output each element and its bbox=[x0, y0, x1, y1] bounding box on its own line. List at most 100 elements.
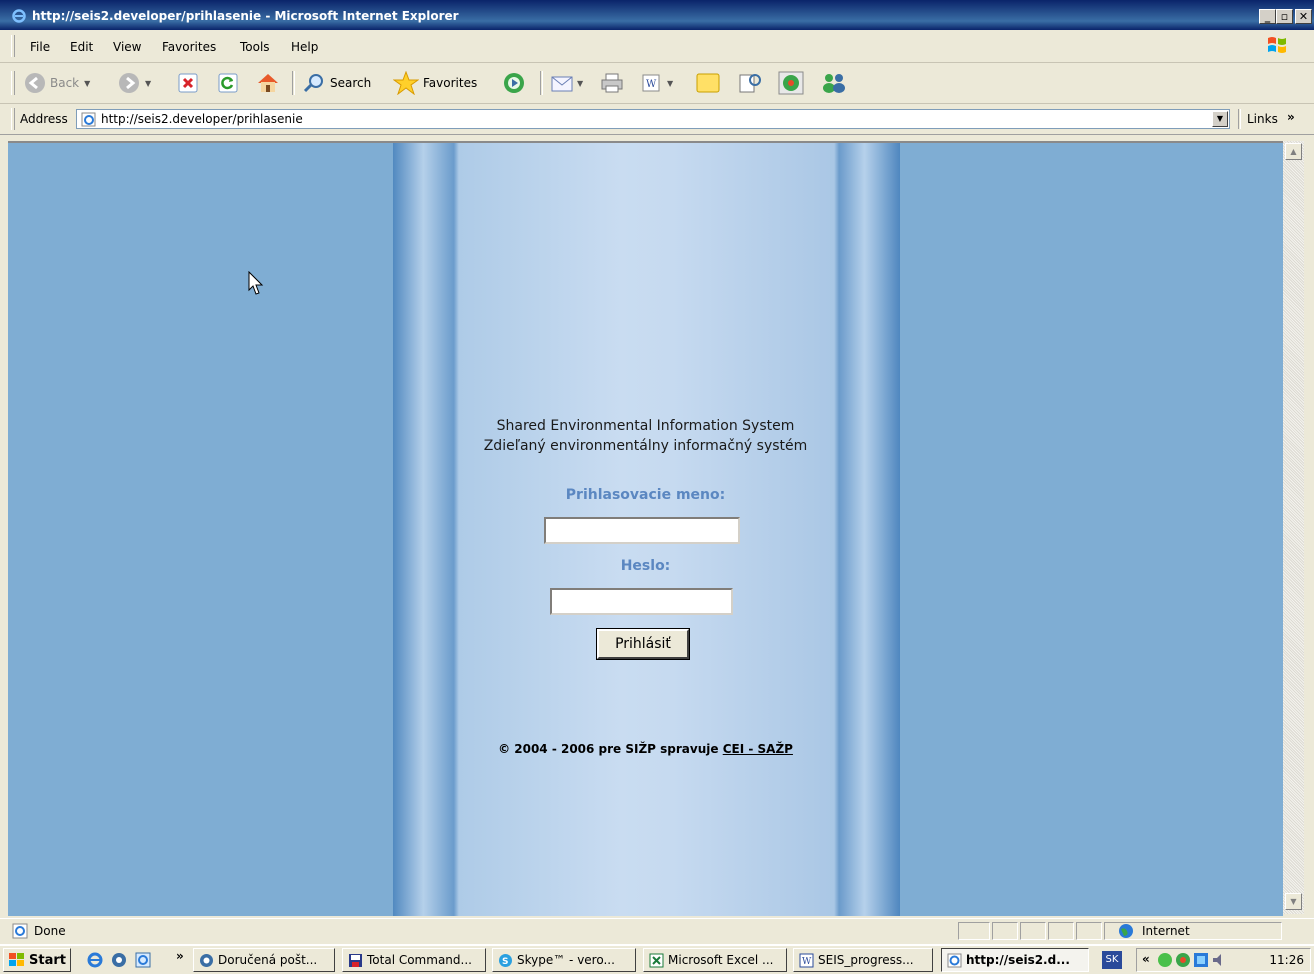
home-button[interactable] bbox=[256, 71, 280, 95]
messenger-icon bbox=[823, 74, 845, 93]
password-label: Heslo: bbox=[620, 558, 671, 574]
back-button[interactable]: Back ▼ bbox=[24, 71, 90, 95]
window-title: http://seis2.developer/prihlasenie - Mic… bbox=[32, 9, 459, 23]
page-title-slovak: Zdieľaný environmentálny informačný syst… bbox=[483, 438, 808, 454]
research-icon bbox=[739, 74, 761, 93]
menu-favorites[interactable]: Favorites bbox=[162, 40, 216, 54]
word-icon: W bbox=[799, 953, 814, 967]
minimize-button[interactable]: _ bbox=[1259, 9, 1276, 24]
start-button[interactable]: Start bbox=[3, 948, 71, 972]
toolbar-separator bbox=[540, 71, 543, 95]
internet-globe-icon bbox=[1119, 924, 1133, 938]
svg-text:W: W bbox=[802, 957, 812, 967]
status-text: Done bbox=[34, 924, 66, 938]
print-button[interactable] bbox=[600, 71, 624, 95]
messenger-button[interactable] bbox=[820, 71, 848, 95]
address-grip bbox=[11, 108, 15, 130]
stop-button[interactable] bbox=[178, 71, 198, 95]
forward-button[interactable]: ▼ bbox=[118, 71, 151, 95]
tray-volume-icon[interactable] bbox=[1211, 952, 1227, 968]
taskbar-item-excel[interactable]: Microsoft Excel ... bbox=[643, 948, 787, 972]
page-title-english: Shared Environmental Information System bbox=[496, 418, 795, 434]
edit-button[interactable]: W ▼ bbox=[640, 71, 673, 95]
favorites-button[interactable]: Favorites bbox=[393, 71, 477, 95]
media-button[interactable] bbox=[502, 71, 526, 95]
username-label: Prihlasovacie meno: bbox=[565, 487, 726, 503]
status-page-icon bbox=[12, 923, 28, 939]
flower-icon bbox=[778, 71, 804, 95]
tray-network-icon[interactable] bbox=[1193, 952, 1209, 968]
taskbar-item-outlook[interactable]: Doručená pošt... bbox=[193, 948, 335, 972]
refresh-button[interactable] bbox=[218, 71, 238, 95]
clock: 11:26 bbox=[1269, 953, 1304, 967]
menu-grip bbox=[11, 35, 15, 57]
menu-edit[interactable]: Edit bbox=[70, 40, 93, 54]
back-arrow-icon bbox=[25, 73, 45, 93]
scroll-down-button[interactable]: ▼ bbox=[1285, 893, 1302, 910]
svg-text:S: S bbox=[502, 957, 508, 967]
status-cell bbox=[992, 922, 1018, 940]
menu-file[interactable]: File bbox=[30, 40, 50, 54]
mouse-cursor-icon bbox=[248, 271, 264, 295]
favorites-star-icon bbox=[393, 71, 419, 95]
close-button[interactable]: ✕ bbox=[1295, 9, 1312, 24]
taskbar-item-skype[interactable]: S Skype™ - vero... bbox=[492, 948, 636, 972]
taskbar-item-total-commander[interactable]: Total Command... bbox=[342, 948, 486, 972]
links-button[interactable]: Links bbox=[1247, 112, 1278, 126]
home-icon bbox=[258, 74, 278, 92]
word-edit-icon: W bbox=[642, 74, 660, 92]
ie-icon bbox=[12, 9, 26, 23]
svg-text:W: W bbox=[646, 79, 657, 90]
floppy-icon bbox=[349, 953, 362, 967]
page-ie-icon bbox=[81, 112, 96, 127]
tray-flower-icon[interactable] bbox=[1175, 952, 1191, 968]
vertical-scrollbar[interactable]: ▲ ▼ bbox=[1283, 141, 1304, 914]
quicklaunch-outlook-icon[interactable] bbox=[110, 951, 128, 969]
address-field[interactable]: ▼ bbox=[76, 109, 1230, 129]
scroll-up-button[interactable]: ▲ bbox=[1285, 143, 1302, 160]
address-input[interactable] bbox=[101, 111, 1201, 127]
links-chevron-icon[interactable]: » bbox=[1287, 110, 1295, 124]
outlook-icon bbox=[200, 953, 213, 967]
toolbar-grip bbox=[11, 71, 15, 95]
quicklaunch-desktop-icon[interactable] bbox=[134, 951, 152, 969]
login-button[interactable]: Prihlásiť bbox=[596, 628, 690, 660]
address-bar: Address ▼ Links » bbox=[0, 104, 1314, 135]
icq-button[interactable] bbox=[778, 71, 804, 95]
taskbar-item-ie[interactable]: http://seis2.d... bbox=[941, 948, 1089, 972]
username-input[interactable] bbox=[544, 517, 740, 544]
search-button[interactable]: Search bbox=[302, 71, 371, 95]
refresh-icon bbox=[218, 73, 238, 93]
password-input[interactable] bbox=[550, 588, 733, 615]
address-dropdown-button[interactable]: ▼ bbox=[1212, 111, 1228, 127]
address-label: Address bbox=[20, 112, 68, 126]
status-cell bbox=[958, 922, 990, 940]
title-bar[interactable]: http://seis2.developer/prihlasenie - Mic… bbox=[0, 0, 1314, 30]
maximize-button[interactable]: ▫ bbox=[1276, 9, 1293, 24]
links-separator bbox=[1238, 109, 1241, 129]
tray-shield-icon[interactable] bbox=[1157, 952, 1173, 968]
menu-view[interactable]: View bbox=[113, 40, 141, 54]
security-zone-text: Internet bbox=[1142, 924, 1190, 938]
menu-help[interactable]: Help bbox=[291, 40, 318, 54]
taskbar-item-word[interactable]: W SEIS_progress... bbox=[793, 948, 933, 972]
skype-icon: S bbox=[499, 953, 512, 967]
page-content: Shared Environmental Information System … bbox=[8, 141, 1283, 916]
language-indicator[interactable]: SK bbox=[1102, 951, 1122, 969]
system-tray: « 11:26 bbox=[1136, 948, 1311, 972]
start-label: Start bbox=[29, 952, 66, 968]
status-cell bbox=[1020, 922, 1046, 940]
windows-flag-icon bbox=[9, 953, 24, 966]
discuss-button[interactable] bbox=[695, 71, 721, 95]
quicklaunch-ie-icon[interactable] bbox=[86, 951, 104, 969]
research-button[interactable] bbox=[737, 71, 763, 95]
menu-bar: File Edit View Favorites Tools Help bbox=[0, 30, 1314, 63]
page-footer: © 2004 - 2006 pre SIŽP spravuje CEI - SA… bbox=[8, 742, 1283, 756]
quicklaunch-chevron-icon[interactable]: » bbox=[176, 949, 184, 963]
media-icon bbox=[504, 73, 524, 93]
menu-tools[interactable]: Tools bbox=[240, 40, 270, 54]
search-icon bbox=[303, 74, 323, 93]
footer-link[interactable]: CEI - SAŽP bbox=[723, 742, 793, 756]
mail-button[interactable]: ▼ bbox=[550, 71, 583, 95]
tray-expand-icon[interactable]: « bbox=[1142, 952, 1150, 966]
